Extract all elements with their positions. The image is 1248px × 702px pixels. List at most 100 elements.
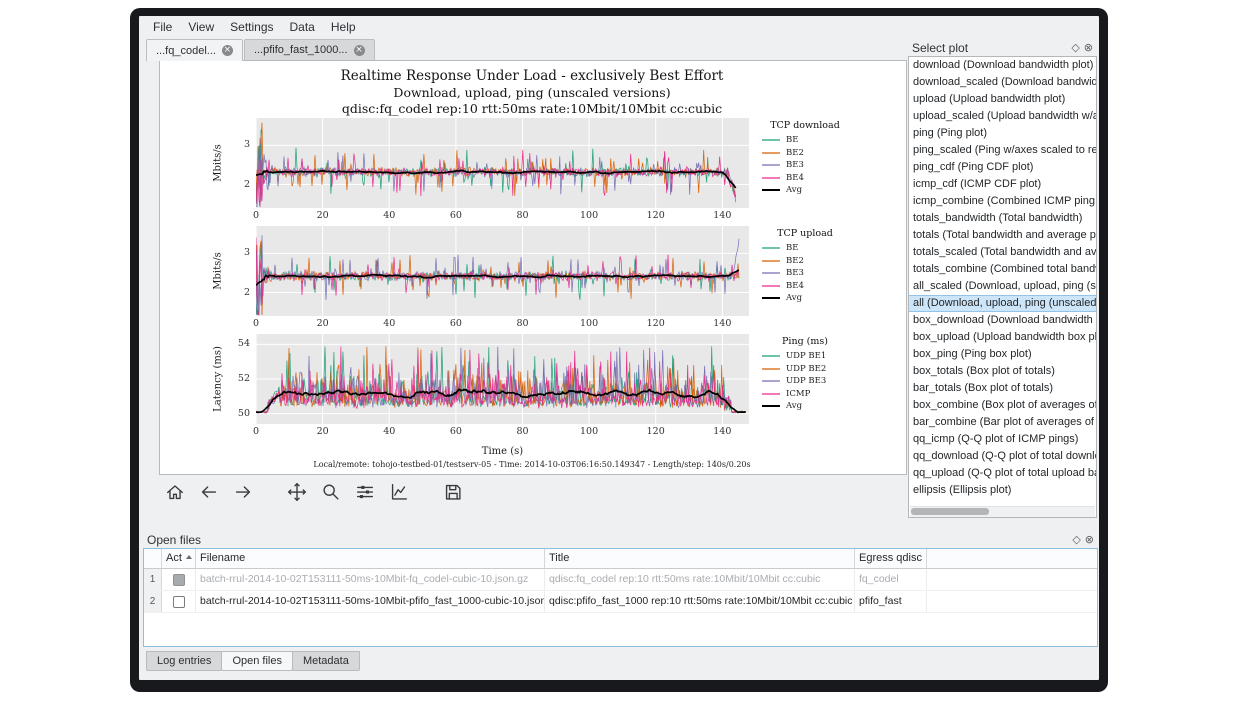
column-header-egress-qdisc[interactable]: Egress qdisc: [855, 549, 927, 568]
plot-canvas[interactable]: Realtime Response Under Load - exclusive…: [159, 60, 907, 475]
open-file-row[interactable]: 1batch-rrul-2014-10-02T153111-50ms-10Mbi…: [144, 569, 1097, 591]
active-checkbox[interactable]: [173, 574, 185, 586]
close-dock-icon[interactable]: ⊗: [1085, 534, 1094, 546]
open-files-dock: Open files ◇ ⊗ ActFilenameTitleEgress qd…: [143, 532, 1098, 647]
subplot-2[interactable]: [256, 226, 749, 316]
plot-list-item[interactable]: qq_download (Q-Q plot of total download …: [909, 448, 1096, 465]
back-button[interactable]: [195, 478, 223, 506]
back-arrow-icon: [198, 481, 220, 503]
menu-bar: FileViewSettingsDataHelp: [139, 16, 1099, 38]
active-checkbox[interactable]: [173, 596, 185, 608]
y-axis-label: Latency (ms): [213, 346, 224, 412]
plot-list-item[interactable]: all_scaled (Download, upload, ping (scal…: [909, 278, 1096, 295]
plot-list-item[interactable]: box_download (Download bandwidth box plo…: [909, 312, 1096, 329]
save-button[interactable]: [439, 478, 467, 506]
document-tab[interactable]: ...pfifo_fast_1000...×: [244, 39, 375, 60]
forward-button[interactable]: [229, 478, 257, 506]
legend: Ping (ms)UDP BE1UDP BE2UDP BE3ICMPAvg: [761, 336, 891, 413]
x-tick-label: 40: [376, 318, 402, 329]
plot-list-item[interactable]: totals (Total bandwidth and average ping…: [909, 227, 1096, 244]
bottom-tab-metadata[interactable]: Metadata: [292, 651, 360, 671]
figure-footer-metadata: Local/remote: tohojo-testbed-01/testserv…: [160, 460, 904, 469]
menu-item-settings[interactable]: Settings: [222, 17, 281, 37]
scrollbar-handle[interactable]: [911, 508, 989, 515]
plot-list-item[interactable]: download_scaled (Download bandwidth w/ax…: [909, 74, 1096, 91]
menu-item-view[interactable]: View: [180, 17, 222, 37]
pan-move-icon: [286, 481, 308, 503]
subplot-3[interactable]: [256, 334, 749, 424]
tab-close-icon[interactable]: ×: [354, 45, 365, 56]
plot-list-item[interactable]: box_combine (Box plot of averages of sev…: [909, 397, 1096, 414]
column-header-title[interactable]: Title: [545, 549, 855, 568]
plot-list-item[interactable]: box_totals (Box plot of totals): [909, 363, 1096, 380]
bottom-tab-open-files[interactable]: Open files: [221, 651, 293, 671]
plot-list-item[interactable]: download (Download bandwidth plot): [909, 57, 1096, 74]
zoom-button[interactable]: [317, 478, 345, 506]
plot-list-item[interactable]: qq_icmp (Q-Q plot of ICMP pings): [909, 431, 1096, 448]
menu-item-help[interactable]: Help: [323, 17, 364, 37]
x-tick-label: 60: [443, 210, 469, 221]
pan-button[interactable]: [283, 478, 311, 506]
legend-entry: UDP BE3: [761, 375, 891, 388]
plot-list-item[interactable]: upload_scaled (Upload bandwidth w/axes s…: [909, 108, 1096, 125]
plot-tab-bar: ...fq_codel...×...pfifo_fast_1000...×: [146, 39, 375, 61]
plot-list-item[interactable]: upload (Upload bandwidth plot): [909, 91, 1096, 108]
plot-list-item[interactable]: qq_upload (Q-Q plot of total upload band…: [909, 465, 1096, 482]
menu-item-data[interactable]: Data: [282, 17, 323, 37]
y-axis-label: Mbits/s: [213, 144, 224, 182]
x-tick-label: 140: [709, 318, 735, 329]
legend-title: TCP upload: [761, 228, 849, 239]
figure: Realtime Response Under Load - exclusive…: [160, 61, 906, 474]
x-tick-label: 100: [576, 210, 602, 221]
plot-list-item[interactable]: icmp_combine (Combined ICMP ping plots): [909, 193, 1096, 210]
open-file-row[interactable]: 2batch-rrul-2014-10-02T153111-50ms-10Mbi…: [144, 591, 1097, 613]
magnifier-icon: [320, 481, 342, 503]
cell-title: qdisc:pfifo_fast_1000 rep:10 rtt:50ms ra…: [545, 591, 855, 612]
plot-list-item[interactable]: totals_bandwidth (Total bandwidth): [909, 210, 1096, 227]
customize-plot-button[interactable]: [385, 478, 413, 506]
toolbar-separator: [419, 480, 433, 504]
plot-list-item[interactable]: box_ping (Ping box plot): [909, 346, 1096, 363]
x-tick-label: 20: [310, 318, 336, 329]
legend-entry: BE3: [761, 267, 891, 280]
plot-list-item[interactable]: ping_cdf (Ping CDF plot): [909, 159, 1096, 176]
plot-list-item[interactable]: ping (Ping plot): [909, 125, 1096, 142]
plot-list-item[interactable]: bar_totals (Box plot of totals): [909, 380, 1096, 397]
sort-ascending-icon: [186, 555, 192, 559]
x-tick-label: 100: [576, 318, 602, 329]
document-tab[interactable]: ...fq_codel...×: [146, 39, 243, 61]
legend-entry: BE3: [761, 159, 891, 172]
files-table-body: 1batch-rrul-2014-10-02T153111-50ms-10Mbi…: [144, 569, 1097, 613]
column-header-act[interactable]: Act: [162, 549, 196, 568]
home-button[interactable]: [161, 478, 189, 506]
plot-list-item[interactable]: ping_scaled (Ping w/axes scaled to remov…: [909, 142, 1096, 159]
plot-list-item[interactable]: all (Download, upload, ping (unscaled ve…: [909, 295, 1096, 312]
plot-list-item[interactable]: totals_combine (Combined total bandwidth…: [909, 261, 1096, 278]
x-tick-label: 140: [709, 210, 735, 221]
forward-arrow-icon: [232, 481, 254, 503]
x-tick-label: 140: [709, 426, 735, 437]
plot-list-item[interactable]: icmp_cdf (ICMP CDF plot): [909, 176, 1096, 193]
plot-list-item[interactable]: totals_scaled (Total bandwidth and avera…: [909, 244, 1096, 261]
plot-list-item[interactable]: bar_combine (Bar plot of averages of sev…: [909, 414, 1096, 431]
bottom-tab-log-entries[interactable]: Log entries: [146, 651, 222, 671]
cell-act: [162, 569, 196, 590]
menu-item-file[interactable]: File: [145, 17, 180, 37]
subplot-1[interactable]: [256, 118, 749, 208]
float-dock-icon[interactable]: ◇: [1072, 534, 1080, 546]
plot-list-item[interactable]: box_upload (Upload bandwidth box plot): [909, 329, 1096, 346]
plot-list-item[interactable]: ellipsis (Ellipsis plot): [909, 482, 1096, 499]
column-header-filename[interactable]: Filename: [196, 549, 545, 568]
select-plot-dock: Select plot ◇ ⊗ download (Download bandw…: [908, 40, 1097, 518]
close-dock-icon[interactable]: ⊗: [1084, 42, 1093, 54]
cell-filename: batch-rrul-2014-10-02T153111-50ms-10Mbit…: [196, 591, 545, 612]
home-icon: [164, 481, 186, 503]
float-dock-icon[interactable]: ◇: [1071, 42, 1079, 54]
configure-subplots-button[interactable]: [351, 478, 379, 506]
window-frame: FileViewSettingsDataHelp ...fq_codel...×…: [130, 8, 1108, 692]
horizontal-scrollbar[interactable]: [910, 506, 1095, 517]
cell-qdisc: fq_codel: [855, 569, 927, 590]
figure-title-line3: qdisc:fq_codel rep:10 rtt:50ms rate:10Mb…: [160, 101, 904, 116]
tab-close-icon[interactable]: ×: [222, 45, 233, 56]
line-chart-icon: [388, 481, 410, 503]
